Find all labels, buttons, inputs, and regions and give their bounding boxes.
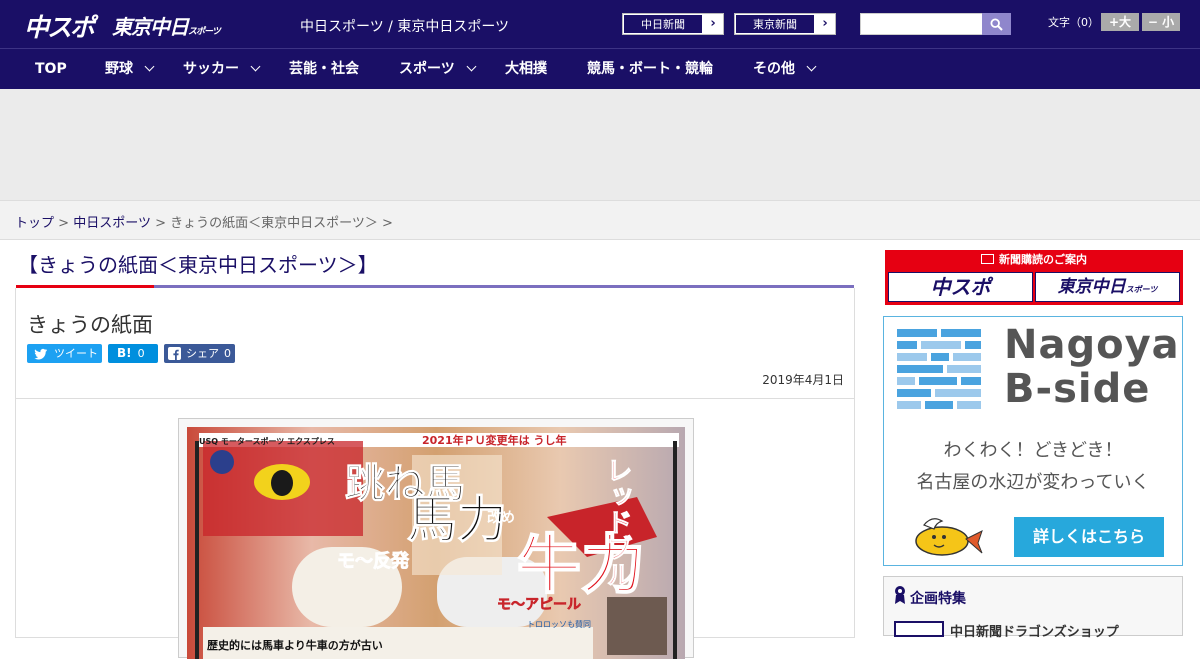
nav-item-entertainment[interactable]: 芸能・社会: [289, 49, 359, 89]
newspaper-footer: 歴史的には馬車より牛車の方が古い: [207, 638, 383, 652]
font-larger-button[interactable]: +大: [1101, 13, 1139, 31]
newspaper-page-image[interactable]: USQ モータースポーツ エクスプレス 2021年ＰＵ変更年は うし年 跳ね馬 …: [187, 427, 685, 659]
chuspo-logo[interactable]: 中スポ: [24, 8, 95, 44]
facebook-share-button[interactable]: シェア 0: [164, 344, 235, 363]
tokyo-shimbun-link[interactable]: 東京新聞 ›: [734, 13, 836, 35]
nav-item-label: スポーツ: [399, 61, 455, 77]
ribbon-icon: [895, 586, 905, 604]
article-title: きょうの紙面: [27, 313, 153, 337]
nav-item-top[interactable]: TOP: [35, 49, 67, 89]
bside-title-line2: B-side: [1004, 366, 1151, 412]
bside-copy-2: 名古屋の水辺が変わっていく: [916, 472, 1150, 493]
nav-item-label: TOP: [35, 61, 67, 77]
newspaper-footer-right: トロロッソも賛同: [527, 619, 591, 629]
nav-item-soccer[interactable]: サッカー: [183, 49, 261, 89]
tweet-button[interactable]: ツイート: [27, 344, 102, 363]
chevron-down-icon: [466, 61, 477, 72]
newspaper-banner: 2021年ＰＵ変更年は うし年: [422, 433, 566, 447]
bside-copy-1: わくわく！どきどき！: [943, 440, 1123, 461]
newspaper-vertical-right: レッドブル: [602, 457, 632, 587]
chevron-down-icon: [806, 61, 817, 72]
ebifurai-mascot-icon: [915, 518, 983, 556]
breadcrumb: トップ > 中日スポーツ > きょうの紙面＜東京中日スポーツ＞ >: [15, 212, 393, 231]
bside-title-line1: Nagoya: [1004, 322, 1180, 368]
breadcrumb-separator: >: [382, 216, 393, 231]
nav-item-label: サッカー: [183, 61, 239, 77]
breadcrumb-separator: >: [155, 216, 166, 231]
newspaper-artwork: USQ モータースポーツ エクスプレス 2021年ＰＵ変更年は うし年 跳ね馬 …: [187, 427, 685, 659]
breadcrumb-bar: トップ > 中日スポーツ > きょうの紙面＜東京中日スポーツ＞ >: [0, 200, 1200, 240]
share-count: 0: [224, 347, 231, 360]
breadcrumb-current: きょうの紙面＜東京中日スポーツ＞: [170, 216, 378, 231]
font-size-label: 文字（0）: [1048, 16, 1099, 29]
tokyo-chunichi-logo-main: 東京中日: [112, 15, 189, 39]
subscription-heading: 新聞購読のご案内: [885, 250, 1183, 270]
nav-item-label: 芸能・社会: [289, 61, 359, 77]
article-date: 2019年4月1日: [762, 373, 844, 387]
main-nav: TOP 野球 サッカー 芸能・社会 スポーツ 大相撲 競馬・ボート・競輪 その他: [0, 48, 1200, 89]
feature-box: 企画特集 中日新聞ドラゴンズショップ: [883, 576, 1183, 640]
nav-item-label: 野球: [105, 61, 133, 77]
bside-details-button[interactable]: 詳しくはこちら: [1014, 517, 1164, 557]
search-input[interactable]: [860, 13, 984, 35]
subscribe-chuspo-button[interactable]: 中スポ: [888, 272, 1033, 302]
subscription-title: 新聞購読のご案内: [999, 253, 1087, 266]
nav-item-label: 競馬・ボート・競輪: [587, 61, 713, 77]
hatena-bookmark-button[interactable]: B! 0: [108, 344, 158, 363]
ad-banner-area: [0, 89, 1200, 200]
facebook-icon: [168, 347, 181, 360]
newspaper-kaime: 改め: [487, 509, 515, 526]
breadcrumb-home-link[interactable]: トップ: [15, 216, 54, 231]
newspaper-masthead: USQ モータースポーツ エクスプレス: [199, 436, 335, 446]
breadcrumb-separator: >: [58, 216, 70, 231]
tokyo-chunichi-logo-small: スポーツ: [188, 27, 221, 37]
newspaper-sub-right: モ〜アピール: [497, 597, 581, 613]
search-icon: [990, 17, 1003, 31]
page-title: 【きょうの紙面＜東京中日スポーツ＞】: [18, 253, 378, 277]
top-header-bar: 中スポ 東京中日スポーツ 中日スポーツ / 東京中日スポーツ 中日新聞 › 東京…: [0, 0, 1200, 48]
article-card: きょうの紙面 ツイート B! 0 シェア 0 2019年4月1日 USQ モータ…: [15, 288, 855, 659]
chunichi-shimbun-link[interactable]: 中日新聞 ›: [622, 13, 724, 35]
brick-wall-icon: [897, 329, 981, 409]
tweet-label: ツイート: [54, 347, 98, 360]
nav-item-label: その他: [753, 61, 795, 77]
feature-item-thumb: [894, 621, 944, 637]
newspaper-icon: [981, 254, 994, 264]
nav-item-keiba[interactable]: 競馬・ボート・競輪: [587, 49, 713, 89]
nagoya-bside-banner[interactable]: Nagoya B-side わくわく！どきどき！ 名古屋の水辺が変わっていく 詳…: [883, 316, 1183, 566]
nav-item-label: 大相撲: [505, 61, 547, 77]
tokyo-chunichi-logo[interactable]: 東京中日スポーツ: [112, 11, 221, 40]
nav-item-sports[interactable]: スポーツ: [399, 49, 477, 89]
nav-item-sumo[interactable]: 大相撲: [505, 49, 547, 89]
tokyo-shimbun-label: 東京新聞: [735, 14, 815, 34]
newspaper-sub-left: モ〜反発: [337, 550, 410, 572]
font-smaller-button[interactable]: − 小: [1142, 13, 1180, 31]
subscription-box: 新聞購読のご案内 中スポ 東京中日スポーツ: [885, 250, 1183, 305]
nav-item-baseball[interactable]: 野球: [105, 49, 155, 89]
subscribe-tokyo-chunichi-button[interactable]: 東京中日スポーツ: [1035, 272, 1180, 302]
hatena-icon: B!: [117, 346, 132, 360]
chevron-down-icon: [144, 61, 155, 72]
nav-item-other[interactable]: その他: [753, 49, 817, 89]
chevron-right-icon: ›: [710, 16, 716, 31]
hatena-count: 0: [137, 347, 145, 360]
twitter-bird-icon: [34, 348, 47, 359]
breadcrumb-section-link[interactable]: 中日スポーツ: [73, 216, 151, 231]
share-label: シェア: [186, 347, 219, 360]
subscribe-tokyo-label: 東京中日: [1057, 277, 1126, 297]
feature-item-dragons-shop[interactable]: 中日新聞ドラゴンズショップ: [950, 621, 1119, 640]
chunichi-shimbun-label: 中日新聞: [623, 14, 703, 34]
newspaper-page-frame: USQ モータースポーツ エクスプレス 2021年ＰＵ変更年は うし年 跳ね馬 …: [178, 418, 694, 659]
subscribe-tokyo-small: スポーツ: [1125, 285, 1158, 294]
bside-title: Nagoya B-side: [1004, 323, 1180, 411]
site-names: 中日スポーツ / 東京中日スポーツ: [300, 19, 510, 35]
chevron-down-icon: [250, 61, 261, 72]
chevron-right-icon: ›: [822, 16, 828, 31]
article-header: きょうの紙面 ツイート B! 0 シェア 0 2019年4月1日: [16, 288, 854, 399]
feature-heading: 企画特集: [910, 591, 966, 607]
search-button[interactable]: [982, 13, 1011, 35]
